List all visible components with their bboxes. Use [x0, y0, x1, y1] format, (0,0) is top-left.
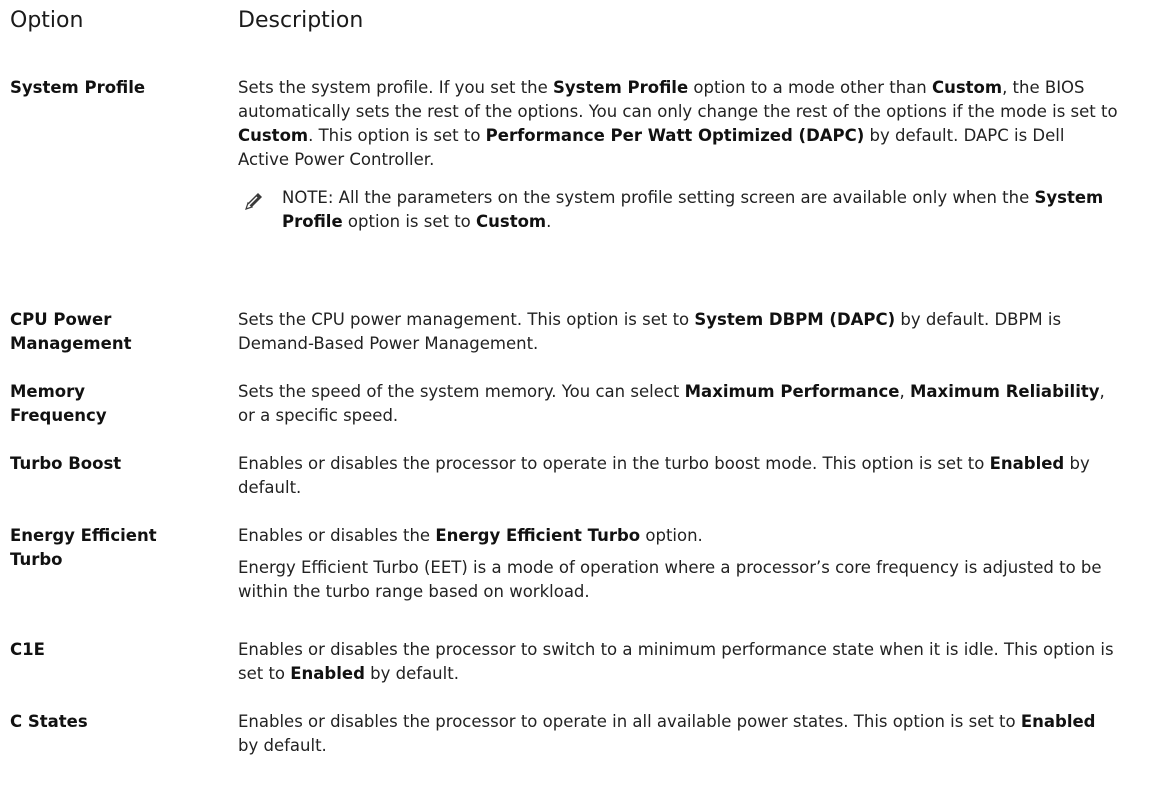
description-text: Enables or disables the processor to ope…	[238, 712, 1021, 731]
description-text: Enables or disables the processor to ope…	[238, 454, 990, 473]
note-text: All the parameters on the system profile…	[333, 188, 1035, 207]
option-description: Enables or disables the Energy Efficient…	[238, 524, 1118, 611]
bold-term: Enabled	[989, 454, 1065, 473]
description-text: Energy Efficient Turbo (EET) is a mode o…	[238, 558, 1102, 601]
note-text: option is set to	[342, 212, 477, 231]
option-description: Enables or disables the processor to ope…	[238, 452, 1118, 507]
option-name: Energy Efficient Turbo	[10, 526, 157, 569]
bold-term: Custom	[476, 212, 547, 231]
header-description: Description	[238, 8, 364, 33]
description-text: . This option is set to	[308, 126, 486, 145]
bold-term: Maximum Performance	[684, 382, 900, 401]
option-name: C States	[10, 712, 88, 731]
description-text: ,	[899, 382, 910, 401]
bold-term: System DBPM (DAPC)	[694, 310, 896, 329]
note-label: NOTE:	[282, 188, 334, 207]
option-description: Sets the CPU power management. This opti…	[238, 308, 1118, 363]
description-paragraph: Enables or disables the Energy Efficient…	[238, 524, 1118, 548]
note-box: NOTE: All the parameters on the system p…	[238, 186, 1118, 234]
bold-term: Enabled	[290, 664, 365, 683]
bold-term: Enabled	[1020, 712, 1096, 731]
description-paragraph: Sets the CPU power management. This opti…	[238, 308, 1118, 356]
description-text: option to a mode other than	[688, 78, 932, 97]
option-name: C1E	[10, 640, 45, 659]
description-paragraph: Enables or disables the processor to swi…	[238, 638, 1118, 686]
bold-term: Performance Per Watt Optimized (DAPC)	[485, 126, 865, 145]
description-text: by default.	[238, 736, 327, 755]
bold-term: Custom	[238, 126, 309, 145]
description-paragraph: Sets the speed of the system memory. You…	[238, 380, 1118, 428]
option-name: System Profile	[10, 78, 146, 97]
option-name: Turbo Boost	[10, 454, 122, 473]
header-option: Option	[10, 8, 84, 33]
description-text: Enables or disables the	[238, 526, 436, 545]
bold-term: Maximum Reliability	[910, 382, 1100, 401]
option-description: Sets the speed of the system memory. You…	[238, 380, 1118, 435]
option-name: CPU Power Management	[10, 310, 132, 353]
description-text: Sets the speed of the system memory. You…	[238, 382, 685, 401]
note-text: .	[546, 212, 552, 231]
description-paragraph: Energy Efficient Turbo (EET) is a mode o…	[238, 556, 1118, 604]
option-description: Sets the system profile. If you set the …	[238, 76, 1118, 234]
description-text: option.	[640, 526, 703, 545]
description-text: Sets the system profile. If you set the	[238, 78, 554, 97]
pencil-icon	[245, 193, 262, 210]
option-name: Memory Frequency	[10, 382, 107, 425]
description-paragraph: Sets the system profile. If you set the …	[238, 76, 1118, 172]
option-description: Enables or disables the processor to swi…	[238, 638, 1118, 693]
bold-term: Energy Efficient Turbo	[435, 526, 641, 545]
description-text: Sets the CPU power management. This opti…	[238, 310, 695, 329]
description-text: by default.	[364, 664, 459, 683]
bold-term: System Profile	[553, 78, 689, 97]
bold-term: Custom	[931, 78, 1003, 97]
description-paragraph: Enables or disables the processor to ope…	[238, 452, 1118, 500]
description-paragraph: Enables or disables the processor to ope…	[238, 710, 1118, 758]
option-description: Enables or disables the processor to ope…	[238, 710, 1118, 765]
